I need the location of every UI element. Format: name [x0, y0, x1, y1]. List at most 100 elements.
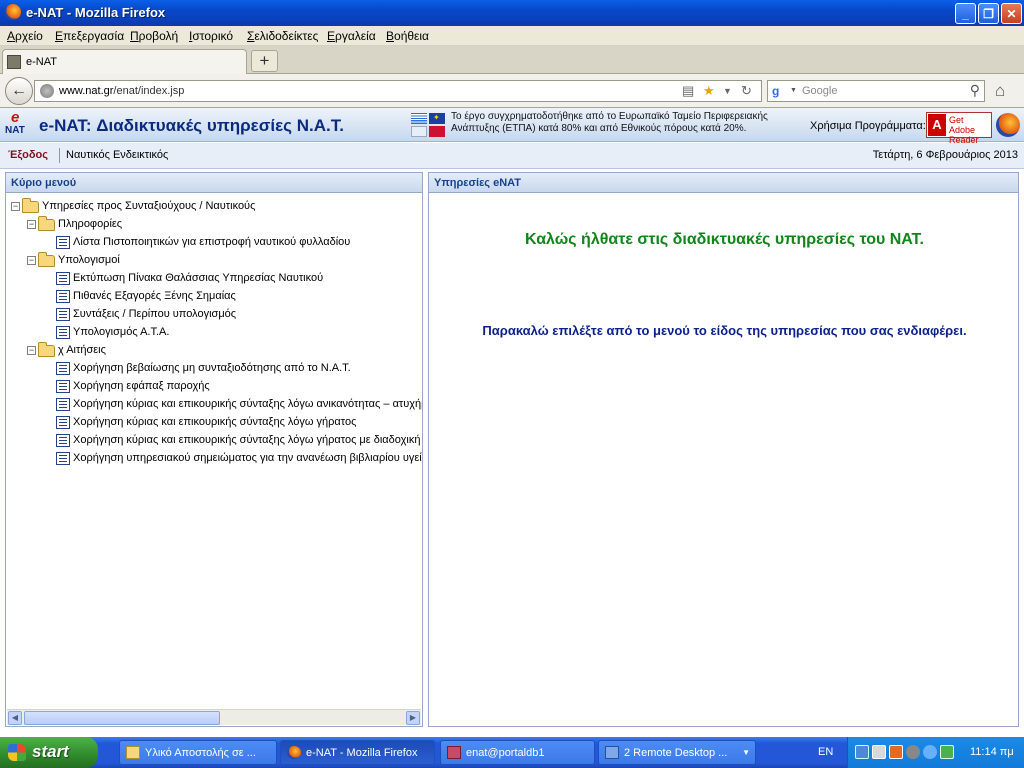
scrollbar-thumb[interactable]	[24, 711, 220, 725]
scroll-right-icon[interactable]: ▶	[406, 711, 420, 725]
favicon-icon	[7, 55, 21, 69]
bluetooth-icon[interactable]	[923, 745, 937, 759]
tree-leaf-label: Χορήγηση κύριας και επικουρικής σύνταξης…	[73, 416, 357, 428]
document-icon	[56, 380, 70, 393]
window-titlebar[interactable]: e-NAT - Mozilla Firefox _ ❐ ✕	[0, 0, 1024, 26]
tree-leaf-label: Χορήγηση κύριας και επικουρικής σύνταξης…	[73, 434, 422, 446]
folder-open-icon	[38, 252, 55, 267]
tree-leaf-label: Πιθανές Εξαγορές Ξένης Σημαίας	[73, 290, 236, 302]
menu-bookmarks[interactable]: Σελιδοδείκτες	[247, 29, 318, 43]
document-icon	[56, 398, 70, 411]
clock-app-icon[interactable]	[906, 745, 920, 759]
document-icon	[56, 416, 70, 429]
search-icon[interactable]: ⚲	[970, 82, 980, 99]
url-path: /enat/index.jsp	[113, 85, 185, 97]
tree-leaf-label: Χορήγηση βεβαίωσης μη συνταξιοδότησης απ…	[73, 362, 351, 374]
document-icon	[56, 362, 70, 375]
adobe-adobe: Adobe	[949, 125, 976, 135]
firefox-icon	[287, 746, 301, 759]
tab-enat[interactable]: e-NAT	[2, 49, 247, 74]
search-engine-dropdown-icon[interactable]: ▼	[790, 87, 797, 94]
adobe-reader-label: Get Adobe Reader	[949, 115, 991, 145]
enat-logo[interactable]: e NAT	[5, 109, 31, 139]
tree-node-label: Υπολογισμοί	[58, 254, 120, 266]
logo-e: e	[11, 109, 20, 126]
firefox-download-icon[interactable]	[996, 113, 1020, 137]
collapse-toggle-icon[interactable]: −	[11, 202, 20, 211]
taskbar-button-firefox[interactable]: e-NAT - Mozilla Firefox	[280, 740, 435, 765]
dropdown-icon[interactable]: ▼	[723, 86, 732, 96]
menu-tools[interactable]: Εργαλεία	[327, 29, 376, 43]
logout-link[interactable]: Έξοδος	[8, 149, 48, 161]
home-icon[interactable]: ⌂	[995, 81, 1005, 101]
taskbar: start Υλικό Αποστολής σε ... e-NAT - Moz…	[0, 737, 1024, 768]
minimize-button[interactable]: _	[955, 3, 976, 24]
back-button[interactable]: ←	[5, 77, 33, 105]
eu-flag-icon	[429, 113, 445, 124]
close-button[interactable]: ✕	[1001, 3, 1022, 24]
site-banner: e NAT e-NAT: Διαδικτυακές υπηρεσίες Ν.Α.…	[0, 108, 1024, 145]
sub-navigation-bar: Έξοδος Ναυτικός Ενδεικτικός Τετάρτη, 6 Φ…	[0, 143, 1024, 169]
tab-strip: e-NAT +	[0, 46, 1024, 74]
folder-open-icon	[38, 216, 55, 231]
display-icon[interactable]	[872, 745, 886, 759]
instruction-message: Παρακαλώ επιλέξτε από το μενού το είδος …	[482, 323, 967, 338]
database-icon	[447, 746, 461, 759]
menu-view[interactable]: Προβολή	[130, 29, 178, 43]
menu-file[interactable]: Αρχείο	[7, 29, 43, 43]
network-icon[interactable]	[855, 745, 869, 759]
maximize-button[interactable]: ❐	[978, 3, 999, 24]
taskbar-button-folder[interactable]: Υλικό Αποστολής σε ...	[119, 740, 277, 765]
menu-help[interactable]: Βοήθεια	[386, 29, 429, 43]
divider	[59, 148, 60, 163]
tree-node-label: Πληροφορίες	[58, 218, 123, 230]
tree-node-label: χ Αιτήσεις	[58, 344, 106, 356]
antivirus-icon[interactable]	[889, 745, 903, 759]
star-bookmark-icon[interactable]: ★	[703, 83, 715, 99]
adobe-get: Get	[949, 115, 964, 125]
taskbar-button-database[interactable]: enat@portaldb1	[440, 740, 595, 765]
tab-label: e-NAT	[26, 56, 57, 68]
taskbar-label: enat@portaldb1	[466, 747, 545, 759]
reload-icon[interactable]: ↻	[741, 83, 752, 99]
horizontal-scrollbar[interactable]: ◀ ▶	[7, 709, 421, 725]
system-clock[interactable]: 11:14 πμ	[970, 746, 1014, 758]
current-date: Τετάρτη, 6 Φεβρουάριος 2013	[872, 149, 1018, 161]
menu-history[interactable]: Ιστορικό	[189, 29, 233, 43]
globe-icon	[40, 84, 54, 98]
collapse-toggle-icon[interactable]: −	[27, 220, 36, 229]
rss-icon[interactable]: ▤	[682, 83, 694, 99]
language-indicator[interactable]: EN	[818, 746, 833, 758]
new-tab-button[interactable]: +	[251, 50, 278, 72]
folder-open-icon	[22, 198, 39, 213]
group-dropdown-icon[interactable]: ▼	[742, 748, 750, 757]
nautical-link[interactable]: Ναυτικός Ενδεικτικός	[66, 149, 168, 161]
scroll-left-icon[interactable]: ◀	[8, 711, 22, 725]
tree-leaf-label: Υπολογισμός Α.Τ.Α.	[73, 326, 170, 338]
logo-nat: NAT	[5, 125, 25, 136]
document-icon	[56, 308, 70, 321]
search-bar[interactable]: g ▼ Google ⚲	[767, 80, 985, 102]
url-text[interactable]: www.nat.gr/enat/index.jsp	[59, 85, 184, 97]
taskbar-button-remote-desktop[interactable]: 2 Remote Desktop ... ▼	[598, 740, 756, 765]
collapse-toggle-icon[interactable]: −	[27, 256, 36, 265]
search-placeholder: Google	[802, 85, 838, 97]
useful-programs-label: Χρήσιμα Προγράμματα:	[810, 120, 926, 132]
taskbar-label: 2 Remote Desktop ...	[624, 747, 728, 759]
url-bar[interactable]: www.nat.gr/enat/index.jsp ▤ ★ ▼ ↻	[34, 80, 762, 102]
main-menu-header: Κύριο μενού	[6, 173, 422, 193]
menu-bar: Αρχείο Επεξεργασία Προβολή Ιστορικό Σελι…	[0, 26, 1024, 46]
adobe-reader-button[interactable]: A Get Adobe Reader	[926, 112, 992, 145]
tree-leaf-label: Χορήγηση κύριας και επικουρικής σύνταξης…	[73, 398, 422, 410]
start-label: start	[32, 742, 69, 761]
collapse-toggle-icon[interactable]: −	[27, 346, 36, 355]
tree-leaf-label: Λίστα Πιστοποιητικών για επιστροφή ναυτι…	[73, 236, 351, 248]
menu-edit[interactable]: Επεξεργασία	[55, 29, 124, 43]
document-icon	[56, 452, 70, 465]
document-icon	[56, 236, 70, 249]
security-icon[interactable]	[940, 745, 954, 759]
google-icon[interactable]: g	[772, 84, 788, 98]
document-icon	[56, 290, 70, 303]
taskbar-label: Υλικό Αποστολής σε ...	[145, 747, 256, 759]
start-button[interactable]: start	[0, 737, 98, 768]
